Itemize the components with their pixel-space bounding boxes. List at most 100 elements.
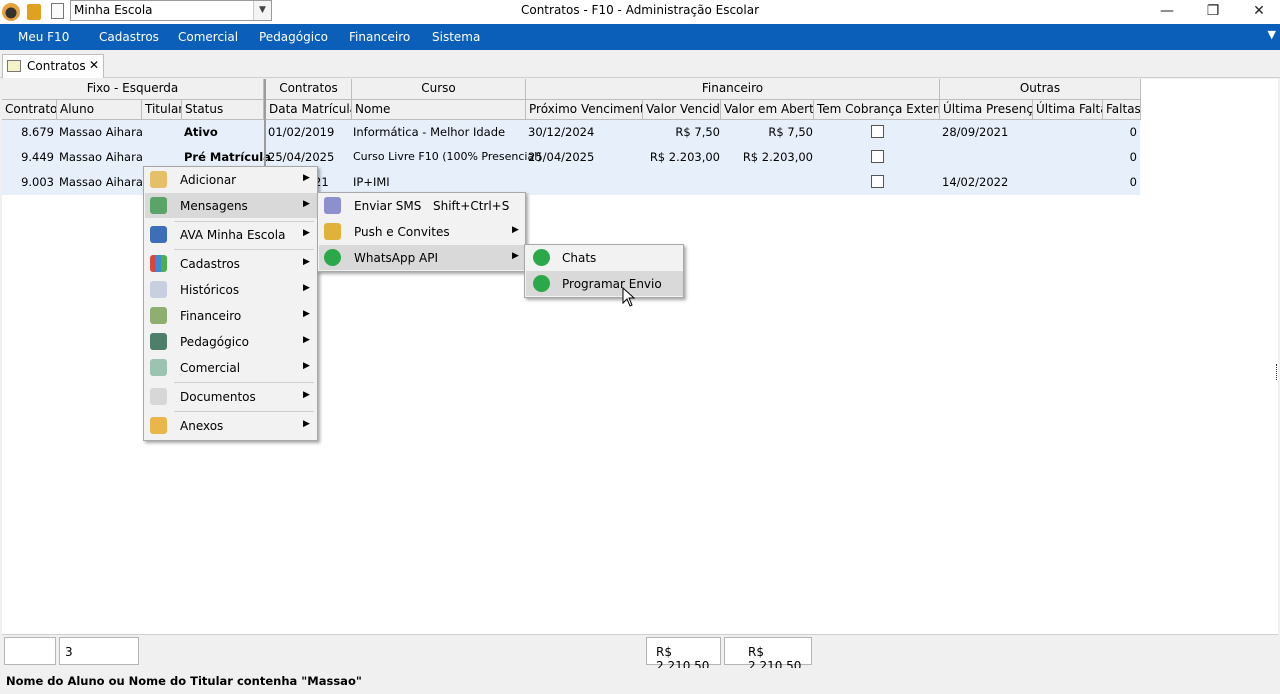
total-aberto-box: R$ 2.210,50 — [724, 637, 812, 673]
col-header-valor-vencido[interactable]: Valor Vencido — [643, 100, 721, 120]
group-header: Financeiro — [526, 79, 940, 100]
folder-icon — [150, 417, 167, 434]
col-header-proximo-vencimento[interactable]: Próximo Vencimento — [526, 100, 643, 120]
filter-bar: Nome do Aluno ou Nome do Titular contenh… — [0, 668, 1280, 694]
splitter-grip-icon[interactable] — [1276, 364, 1279, 380]
cell-status: Pré Matrícula — [184, 150, 271, 164]
menu-item-documentos[interactable]: Documentos ▶ — [145, 384, 317, 409]
cell-proximo-vencimento: 30/12/2024 — [528, 125, 595, 139]
group-header: Fixo - Esquerda — [2, 79, 264, 100]
cell-faltas: 0 — [1129, 175, 1137, 189]
add-icon — [150, 171, 167, 188]
cell-valor-vencido: R$ 2.203,00 — [649, 150, 720, 164]
menu-item-adicionar[interactable]: Adicionar ▶ — [145, 167, 317, 192]
book-icon — [150, 226, 167, 243]
tab-contratos[interactable]: Contratos ✕ — [2, 54, 104, 78]
cell-aluno: Massao Aihara — [59, 125, 143, 139]
cell-curso: Informática - Melhor Idade — [353, 125, 506, 139]
cell-contrato: 9.003 — [21, 175, 54, 189]
cell-valor-aberto: R$ 2.203,00 — [742, 150, 813, 164]
menu-sistema[interactable]: Sistema — [432, 30, 480, 44]
col-header-ultima-falta[interactable]: Última Falta — [1033, 100, 1103, 120]
menu-item-pedagogico[interactable]: Pedagógico ▶ — [145, 329, 317, 354]
menu-item-enviar-sms[interactable]: Enviar SMS Shift+Ctrl+S — [319, 193, 525, 218]
sms-icon — [324, 197, 341, 214]
menu-item-cadastros[interactable]: Cadastros ▶ — [145, 251, 317, 276]
context-menu: Adicionar ▶ Mensagens ▶ AVA Minha Escola ▶ … — [143, 166, 318, 441]
menu-item-anexos[interactable]: Anexos ▶ — [145, 413, 317, 438]
cobranca-externa-checkbox[interactable] — [871, 175, 884, 188]
messages-icon — [150, 197, 167, 214]
cell-curso: Curso Livre F10 (100% Presencial) — [353, 150, 542, 163]
close-button[interactable]: ✕ — [1236, 0, 1280, 22]
row-count-box: 3 — [59, 637, 139, 665]
whatsapp-icon — [533, 275, 550, 292]
people-icon — [150, 255, 167, 272]
cell-ultima-presenca: 14/02/2022 — [942, 175, 1009, 189]
col-header-nome[interactable]: Nome — [352, 100, 526, 120]
document-icon — [150, 388, 167, 405]
cell-valor-vencido: R$ 7,50 — [675, 125, 720, 139]
cell-contrato: 9.449 — [21, 150, 54, 164]
bell-icon — [324, 223, 341, 240]
menu-bar: Meu F10 Cadastros Comercial Pedagógico F… — [0, 24, 1280, 50]
menu-meu-f10[interactable]: Meu F10 — [18, 30, 69, 44]
group-header: Outras — [940, 79, 1141, 100]
menu-cadastros[interactable]: Cadastros — [99, 30, 159, 44]
menu-pedagogico[interactable]: Pedagógico — [259, 30, 328, 44]
col-header-ultima-presenca[interactable]: Última Presença — [940, 100, 1033, 120]
cell-valor-aberto: R$ 7,50 — [768, 125, 813, 139]
close-tab-icon[interactable]: ✕ — [89, 58, 99, 72]
filter-description: Nome do Aluno ou Nome do Titular contenh… — [6, 674, 362, 688]
menu-item-comercial[interactable]: Comercial ▶ — [145, 355, 317, 380]
col-header-status[interactable]: Status — [182, 100, 264, 120]
whatsapp-icon — [533, 249, 550, 266]
menu-item-programar-envio[interactable]: Programar Envio — [526, 271, 683, 296]
tab-label: Contratos — [27, 59, 86, 73]
menu-item-historicos[interactable]: Históricos ▶ — [145, 277, 317, 302]
contract-icon — [7, 60, 21, 72]
chevron-down-icon[interactable]: ▼ — [1268, 28, 1276, 41]
cell-faltas: 0 — [1129, 150, 1137, 164]
window-title: Contratos - F10 - Administração Escolar — [520, 3, 760, 17]
menu-item-whatsapp-api[interactable]: WhatsApp API ▶ — [319, 245, 525, 270]
commerce-icon — [150, 359, 167, 376]
col-header-titular[interactable]: Titular — [142, 100, 182, 120]
cobranca-externa-checkbox[interactable] — [871, 125, 884, 138]
menu-item-mensagens[interactable]: Mensagens ▶ — [145, 193, 317, 218]
cell-aluno: Massao Aihara — [59, 175, 143, 189]
grid-footer: 3 R$ 2.210,50 R$ 2.210,50 — [2, 634, 1278, 673]
menu-item-chats[interactable]: Chats — [526, 245, 683, 270]
submenu-mensagens: Enviar SMS Shift+Ctrl+S Push e Convites ▶… — [317, 192, 526, 272]
total-vencido-box: R$ 2.210,50 — [646, 637, 721, 673]
col-header-cobranca-externa[interactable]: Tem Cobrança Externa — [814, 100, 940, 120]
cell-aluno: Massao Aihara — [59, 150, 143, 164]
menu-financeiro[interactable]: Financeiro — [349, 30, 410, 44]
group-header: Curso — [352, 79, 526, 100]
minimize-button[interactable]: — — [1144, 0, 1190, 22]
cobranca-externa-checkbox[interactable] — [871, 150, 884, 163]
col-header-aluno[interactable]: Aluno — [57, 100, 142, 120]
menu-item-ava[interactable]: AVA Minha Escola ▶ — [145, 222, 317, 247]
menu-item-push-convites[interactable]: Push e Convites ▶ — [319, 219, 525, 244]
cell-data-matricula: 25/04/2025 — [268, 150, 335, 164]
table-row[interactable]: 8.679 Massao Aihara Ativo 01/02/2019 Inf… — [2, 120, 1140, 145]
submenu-whatsapp: Chats Programar Envio — [524, 244, 684, 298]
cell-contrato: 8.679 — [21, 125, 54, 139]
board-icon — [150, 333, 167, 350]
col-header-faltas[interactable]: Faltas — [1103, 100, 1141, 120]
cell-status: Ativo — [184, 125, 218, 139]
menu-item-financeiro[interactable]: Financeiro ▶ — [145, 303, 317, 328]
history-icon — [150, 281, 167, 298]
col-header-valor-aberto[interactable]: Valor em Aberto — [721, 100, 814, 120]
col-header-data-matricula[interactable]: Data Matrícula — [266, 100, 352, 120]
tab-strip: Contratos ✕ — [0, 50, 1280, 78]
restore-button[interactable]: ❐ — [1190, 0, 1236, 22]
cell-data-matricula: 01/02/2019 — [268, 125, 335, 139]
cell-faltas: 0 — [1129, 125, 1137, 139]
menu-comercial[interactable]: Comercial — [178, 30, 238, 44]
title-bar: Minha Escola ▼ Contratos - F10 - Adminis… — [0, 0, 1280, 24]
whatsapp-icon — [324, 249, 341, 266]
group-header: Contratos — [266, 79, 352, 100]
col-header-contrato[interactable]: Contrato — [2, 100, 57, 120]
